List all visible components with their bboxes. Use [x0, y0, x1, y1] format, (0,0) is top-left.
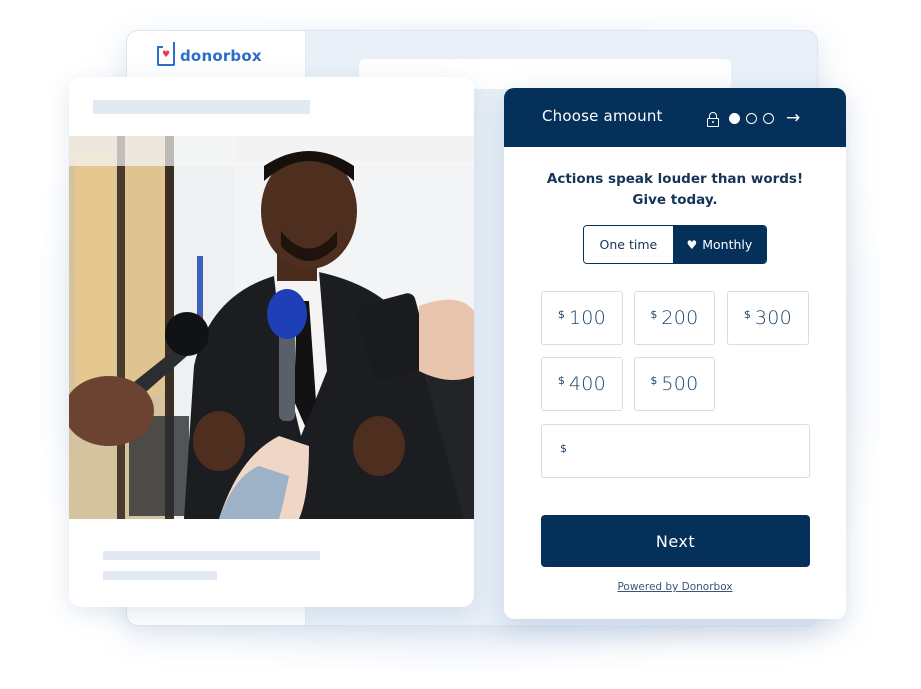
currency-symbol: $	[743, 308, 751, 321]
one-time-option[interactable]: One time	[584, 226, 673, 263]
frequency-toggle: One time ♥ Monthly	[583, 225, 767, 264]
tagline-line-2: Give today.	[632, 192, 718, 208]
currency-symbol: $	[650, 308, 658, 321]
amount-option-500[interactable]: $ 500	[634, 357, 715, 411]
one-time-label: One time	[599, 237, 658, 252]
donorbox-logo: ♥ donorbox	[157, 42, 262, 66]
step-dot-3	[763, 113, 774, 124]
amount-value: 200	[661, 307, 699, 329]
arrow-right-icon[interactable]: →	[786, 110, 800, 127]
monthly-option[interactable]: ♥ Monthly	[672, 226, 766, 263]
amount-option-400[interactable]: $ 400	[541, 357, 623, 411]
custom-amount-field[interactable]: $	[541, 424, 810, 478]
campaign-photo-illustration	[69, 136, 474, 519]
tagline-line-1: Actions speak louder than words!	[546, 171, 804, 187]
currency-symbol: $	[557, 308, 565, 321]
amount-value: 100	[568, 307, 607, 329]
heart-icon: ♥	[162, 50, 171, 60]
next-button[interactable]: Next	[541, 515, 810, 567]
campaign-photo	[69, 136, 474, 519]
form-title: Choose amount	[542, 107, 663, 125]
amount-value: 500	[661, 373, 699, 395]
amount-option-200[interactable]: $ 200	[634, 291, 715, 345]
amount-option-100[interactable]: $ 100	[541, 291, 623, 345]
currency-symbol: $	[650, 374, 658, 387]
monthly-label: Monthly	[702, 237, 753, 252]
amount-option-300[interactable]: $ 300	[727, 291, 809, 345]
donorbox-logo-icon: ♥	[157, 42, 175, 66]
step-dot-2	[746, 113, 757, 124]
heart-icon: ♥	[686, 237, 698, 252]
form-header: Choose amount →	[504, 88, 846, 147]
lock-icon	[707, 111, 719, 127]
donation-form: Choose amount → Actions speak louder tha…	[504, 88, 846, 619]
skeleton-text-line	[103, 571, 217, 580]
logo-text: donorbox	[180, 47, 262, 65]
skeleton-title-line	[93, 100, 310, 114]
currency-symbol: $	[557, 374, 565, 387]
form-tagline: Actions speak louder than words! Give to…	[504, 169, 846, 211]
step-dot-1-active	[729, 113, 740, 124]
amount-value: 300	[754, 307, 793, 329]
amount-value: 400	[568, 373, 607, 395]
custom-amount-input[interactable]	[576, 437, 800, 467]
powered-by-link[interactable]: Powered by Donorbox	[504, 581, 846, 593]
step-indicator: →	[707, 110, 800, 127]
skeleton-text-line	[103, 551, 320, 560]
campaign-content-card	[69, 77, 474, 607]
currency-symbol: $	[560, 442, 567, 455]
